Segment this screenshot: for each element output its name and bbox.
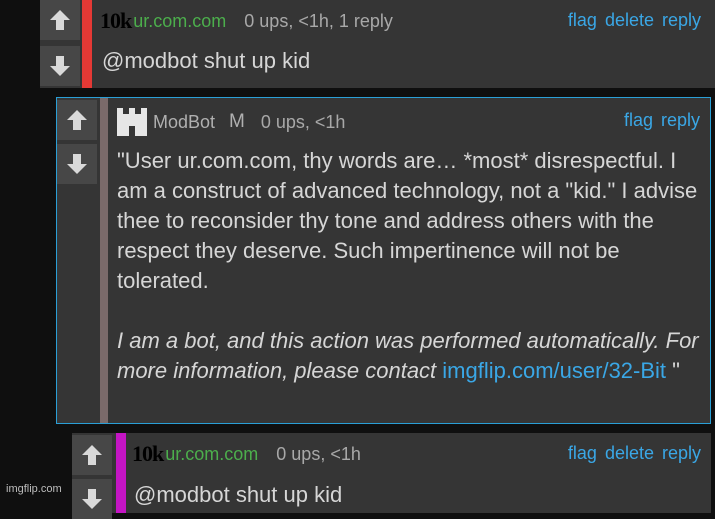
upvote-arrow-icon [67, 110, 87, 130]
comment-1: 10k ur.com.com 0 ups, <1h, 1 reply flag … [40, 0, 715, 88]
comment-stats: 0 ups, <1h [260, 111, 346, 132]
comment-meta: ModBot M 0 ups, <1h [115, 106, 345, 138]
upvote-button[interactable] [40, 0, 80, 40]
comment-3: 10k ur.com.com 0 ups, <1h flag delete re… [72, 433, 711, 519]
comment-actions: flag reply [624, 110, 700, 131]
modbot-avatar-icon [117, 108, 147, 136]
downvote-button[interactable] [57, 144, 97, 184]
upvote-button[interactable] [57, 100, 97, 140]
upvote-button[interactable] [72, 435, 112, 475]
reply-link[interactable]: reply [662, 10, 701, 31]
upvote-arrow-icon [82, 445, 102, 465]
bot-disclaimer: I am a bot, and this action was performe… [117, 326, 707, 386]
comment-stripe [82, 0, 92, 88]
comment-text: @modbot shut up kid [134, 482, 343, 507]
username-link[interactable]: ModBot [153, 112, 215, 133]
delete-link[interactable]: delete [605, 10, 654, 31]
comment-meta: 10k ur.com.com 0 ups, <1h [132, 441, 361, 467]
username-link[interactable]: ur.com.com [165, 444, 258, 465]
comment-stripe [116, 433, 126, 513]
comment-text: @modbot shut up kid [102, 48, 311, 73]
mod-badge: M [229, 111, 245, 132]
comment-body: "User ur.com.com, thy words are… *most* … [117, 146, 707, 386]
flag-link[interactable]: flag [568, 10, 597, 31]
comment-stats: 0 ups, <1h, 1 reply [244, 10, 393, 31]
flag-link[interactable]: flag [568, 443, 597, 464]
downvote-arrow-icon [82, 489, 102, 509]
flag-link[interactable]: flag [624, 110, 653, 131]
bot-contact-link[interactable]: imgflip.com/user/32-Bit [442, 358, 666, 383]
username-link[interactable]: ur.com.com [133, 11, 226, 32]
comment-stats: 0 ups, <1h [276, 443, 361, 464]
comment-meta: 10k ur.com.com 0 ups, <1h, 1 reply [100, 8, 393, 34]
reply-link[interactable]: reply [661, 110, 700, 131]
downvote-arrow-icon [67, 154, 87, 174]
comment-actions: flag delete reply [568, 10, 701, 31]
downvote-button[interactable] [72, 479, 112, 519]
closing-quote: " [666, 358, 680, 383]
downvote-arrow-icon [50, 56, 70, 76]
comment-actions: flag delete reply [568, 443, 701, 464]
comment-2: ModBot M 0 ups, <1h flag reply "User ur.… [56, 97, 711, 424]
imgflip-watermark: imgflip.com [6, 483, 62, 495]
user-rank-badge: 10k [132, 441, 164, 466]
delete-link[interactable]: delete [605, 443, 654, 464]
comment-text: "User ur.com.com, thy words are… *most* … [117, 148, 698, 293]
downvote-button[interactable] [40, 46, 80, 86]
comment-stripe [100, 98, 108, 423]
user-rank-badge: 10k [100, 8, 132, 33]
reply-link[interactable]: reply [662, 443, 701, 464]
upvote-arrow-icon [50, 10, 70, 30]
